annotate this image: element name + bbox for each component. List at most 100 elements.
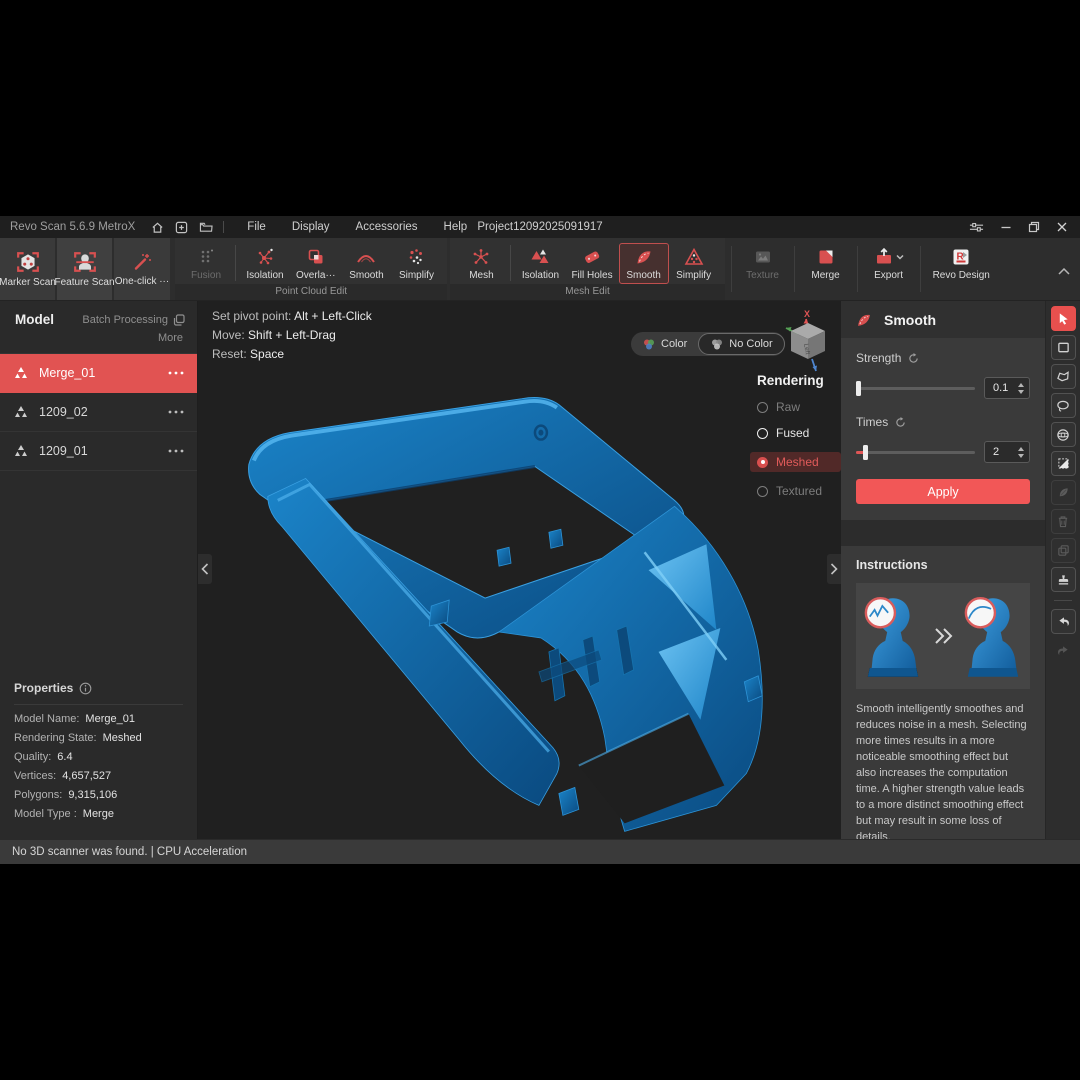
titlebar-divider <box>223 221 224 233</box>
restore-button[interactable] <box>1028 221 1040 233</box>
project-title: Project12092025091917 <box>477 221 602 233</box>
polygon-select-tool[interactable] <box>1051 364 1076 389</box>
property-row: Model Name:Merge_01 <box>14 713 183 725</box>
navigation-cube[interactable]: X Left <box>781 307 835 377</box>
times-slider[interactable] <box>856 451 975 454</box>
pc-simplify-button[interactable]: Simplify <box>391 243 441 284</box>
isolation-scatter-icon <box>254 246 276 268</box>
scanned-model-canvas[interactable] <box>198 301 841 839</box>
strength-value-box[interactable]: 0.1 <box>984 377 1030 399</box>
point-cloud-edit-group-label: Point Cloud Edit <box>175 284 447 300</box>
apply-button[interactable]: Apply <box>856 479 1030 504</box>
mesh-isolation-button[interactable]: Isolation <box>515 243 565 284</box>
more-button[interactable]: More <box>0 329 197 353</box>
pc-overlap-button[interactable]: Overla··· <box>290 243 341 284</box>
merge-icon <box>815 246 837 268</box>
model-list-item[interactable]: Merge_01 <box>0 354 197 393</box>
batch-processing-button[interactable]: Batch Processing <box>82 314 185 326</box>
feature-scan-label: Feature Scan <box>54 277 114 288</box>
mesh-button[interactable]: Mesh <box>456 243 506 284</box>
menu-help[interactable]: Help <box>431 221 481 233</box>
close-button[interactable] <box>1056 221 1068 233</box>
mesh-smooth-button[interactable]: Smooth <box>619 243 669 284</box>
menu-accessories[interactable]: Accessories <box>343 221 431 233</box>
times-slider-handle[interactable] <box>863 445 868 460</box>
one-click-label: One-click ··· <box>115 276 169 287</box>
simplify-dots-icon <box>405 246 427 268</box>
smooth-bust-illustration <box>962 590 1024 682</box>
fusion-icon <box>195 246 217 268</box>
isolation-triangles-icon <box>529 246 551 268</box>
3d-viewport[interactable]: Set pivot point: Alt + Left-Click Move: … <box>198 301 841 839</box>
pc-isolation-button[interactable]: Isolation <box>240 243 290 284</box>
color-option[interactable]: Color <box>631 332 698 356</box>
undo-tool[interactable] <box>1051 609 1076 634</box>
strength-stepper[interactable] <box>1018 383 1024 394</box>
invert-selection-tool[interactable] <box>1051 451 1076 476</box>
preferences-icon[interactable] <box>969 221 984 233</box>
times-stepper[interactable] <box>1018 447 1024 458</box>
no-color-dots-icon <box>710 338 724 351</box>
collapse-left-panel-tab[interactable] <box>198 554 212 584</box>
marker-scan-button[interactable]: Marker Scan <box>0 238 55 300</box>
reset-icon[interactable] <box>908 353 919 364</box>
sphere-brush-tool[interactable] <box>1051 422 1076 447</box>
simplify-triangle-icon <box>683 246 705 268</box>
pc-fusion-button: Fusion <box>181 243 231 284</box>
select-arrow-tool[interactable] <box>1051 306 1076 331</box>
model-mesh-icon <box>13 444 29 458</box>
times-value-box[interactable]: 2 <box>984 441 1030 463</box>
properties-title: Properties <box>14 681 73 695</box>
polygon-lasso-icon <box>1056 370 1070 383</box>
instructions-section: Instructions <box>841 546 1045 839</box>
rendering-option-meshed[interactable]: Meshed <box>750 452 841 472</box>
item-menu-icon[interactable] <box>168 410 184 414</box>
overlap-squares-icon <box>305 246 327 268</box>
mesh-simplify-button[interactable]: Simplify <box>669 243 719 284</box>
model-list-item[interactable]: 1209_01 <box>0 432 197 471</box>
info-icon[interactable] <box>79 682 92 695</box>
menu-file[interactable]: File <box>234 221 279 233</box>
model-list: Merge_01 1209_02 1209_01 <box>0 353 197 471</box>
reset-icon[interactable] <box>895 417 906 428</box>
lasso-select-tool[interactable] <box>1051 393 1076 418</box>
revo-design-button[interactable]: R Revo Design <box>927 243 996 284</box>
strength-label: Strength <box>856 351 901 365</box>
new-project-icon[interactable] <box>175 221 188 234</box>
property-row: Model Type :Merge <box>14 808 183 820</box>
merge-button[interactable]: Merge <box>801 243 851 284</box>
one-click-button[interactable]: One-click ··· <box>114 238 170 300</box>
pc-smooth-button[interactable]: Smooth <box>341 243 391 284</box>
color-dots-icon <box>642 338 656 351</box>
item-menu-icon[interactable] <box>168 371 184 375</box>
open-folder-icon[interactable] <box>199 221 213 234</box>
strength-slider[interactable] <box>856 387 975 390</box>
model-list-item[interactable]: 1209_02 <box>0 393 197 432</box>
sphere-icon <box>1056 428 1070 442</box>
stamp-icon <box>1057 573 1070 586</box>
redo-tool <box>1051 638 1076 663</box>
toolbar-divider <box>235 245 236 281</box>
stamp-fill-tool[interactable] <box>1051 567 1076 592</box>
toolbar-collapse-chevron[interactable] <box>1058 262 1070 280</box>
fill-holes-button[interactable]: Fill Holes <box>565 243 618 284</box>
rendering-option-fused[interactable]: Fused <box>757 426 841 440</box>
item-menu-icon[interactable] <box>168 449 184 453</box>
menu-display[interactable]: Display <box>279 221 343 233</box>
transform-arrow-icon <box>932 627 954 645</box>
feature-scan-button[interactable]: Feature Scan <box>57 238 112 300</box>
collapse-right-panel-tab[interactable] <box>827 554 841 584</box>
minimize-button[interactable] <box>1000 221 1012 233</box>
rendering-option-textured: Textured <box>757 484 841 498</box>
status-text: No 3D scanner was found. | CPU Accelerat… <box>12 846 247 858</box>
viewport-hints: Set pivot point: Alt + Left-Click Move: … <box>212 307 372 365</box>
selection-tool-strip <box>1045 301 1080 839</box>
export-button[interactable]: Export <box>864 243 914 284</box>
no-color-option[interactable]: No Color <box>698 333 784 355</box>
rectangle-select-tool[interactable] <box>1051 335 1076 360</box>
toolbar-section-divider <box>731 246 732 292</box>
delete-selection-tool <box>1051 509 1076 534</box>
property-row: Vertices:4,657,527 <box>14 770 183 782</box>
strength-slider-handle[interactable] <box>856 381 861 396</box>
home-icon[interactable] <box>151 221 164 234</box>
